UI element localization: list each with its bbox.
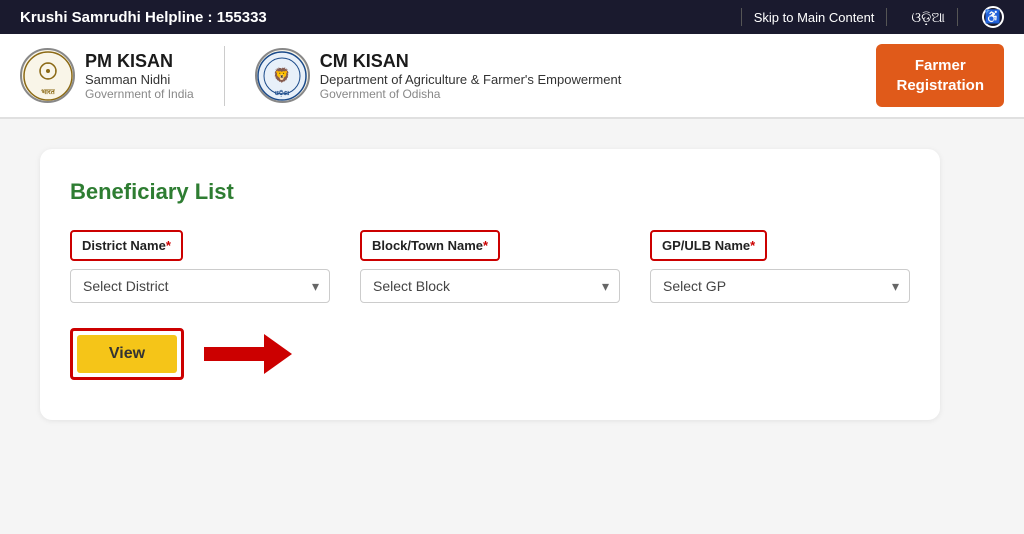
top-bar-divider	[741, 8, 742, 26]
district-select-wrapper[interactable]: Select District ▾	[70, 269, 330, 303]
top-bar-divider-3	[957, 8, 958, 26]
arrow-body	[204, 347, 264, 361]
gp-select[interactable]: Select GP	[663, 278, 897, 294]
beneficiary-card: Beneficiary List District Name* Select D…	[40, 149, 940, 420]
cm-kisan-govt: Government of Odisha	[320, 87, 622, 101]
odisha-emblem-icon: 🦁 ଓଡ଼ିଶା	[255, 48, 310, 103]
card-title: Beneficiary List	[70, 179, 910, 205]
helpline-label: Krushi Samrudhi Helpline :	[20, 9, 217, 26]
pm-kisan-govt: Government of India	[85, 87, 194, 101]
district-required-star: *	[166, 238, 171, 253]
block-select-wrapper[interactable]: Select Block ▾	[360, 269, 620, 303]
language-selector[interactable]: ଓଡ଼ିଆ	[911, 9, 945, 26]
helpline-text: Krushi Samrudhi Helpline : 155333	[20, 9, 267, 26]
pm-kisan-logo: भारत PM KISAN Samman Nidhi Government of…	[20, 48, 194, 103]
india-emblem-icon: भारत	[20, 48, 75, 103]
header-divider	[224, 46, 225, 106]
accessibility-button[interactable]: ♿	[982, 6, 1004, 28]
skip-to-main-link[interactable]: Skip to Main Content	[754, 10, 875, 25]
farmer-reg-line2: Registration	[896, 77, 984, 94]
block-label-text: Block/Town Name	[372, 238, 483, 253]
pm-kisan-text: PM KISAN Samman Nidhi Government of Indi…	[85, 51, 194, 101]
header: भारत PM KISAN Samman Nidhi Government of…	[0, 34, 1024, 119]
button-row: View	[70, 328, 910, 380]
gp-required-star: *	[750, 238, 755, 253]
cm-kisan-subtitle: Department of Agriculture & Farmer's Emp…	[320, 72, 622, 87]
gp-label-text: GP/ULB Name	[662, 238, 750, 253]
block-field-group: Block/Town Name* Select Block ▾	[360, 230, 620, 303]
top-bar-divider-2	[886, 8, 887, 26]
cm-kisan-text: CM KISAN Department of Agriculture & Far…	[320, 51, 622, 101]
svg-text:🦁: 🦁	[274, 67, 291, 84]
block-label: Block/Town Name*	[360, 230, 500, 261]
gp-select-wrapper[interactable]: Select GP ▾	[650, 269, 910, 303]
farmer-registration-button[interactable]: Farmer Registration	[876, 44, 1004, 107]
gp-field-group: GP/ULB Name* Select GP ▾	[650, 230, 910, 303]
svg-text:भारत: भारत	[41, 89, 56, 96]
form-row: District Name* Select District ▾ Block/T…	[70, 230, 910, 303]
main-content: Beneficiary List District Name* Select D…	[0, 119, 1024, 450]
district-field-group: District Name* Select District ▾	[70, 230, 330, 303]
farmer-reg-line1: Farmer	[915, 57, 966, 74]
district-label: District Name*	[70, 230, 183, 261]
pm-kisan-title: PM KISAN	[85, 51, 194, 72]
arrow-head	[264, 334, 292, 374]
district-select[interactable]: Select District	[83, 278, 317, 294]
svg-text:ଓଡ଼ିଶା: ଓଡ଼ିଶା	[275, 90, 290, 97]
block-select[interactable]: Select Block	[373, 278, 607, 294]
district-label-text: District Name	[82, 238, 166, 253]
helpline-number: 155333	[217, 9, 267, 26]
view-button-wrapper: View	[70, 328, 184, 380]
gp-label: GP/ULB Name*	[650, 230, 767, 261]
block-required-star: *	[483, 238, 488, 253]
pm-kisan-subtitle: Samman Nidhi	[85, 72, 194, 87]
cm-kisan-logo: 🦁 ଓଡ଼ିଶା CM KISAN Department of Agricult…	[255, 48, 622, 103]
arrow-icon	[204, 334, 292, 374]
top-bar: Krushi Samrudhi Helpline : 155333 Skip t…	[0, 0, 1024, 34]
cm-kisan-title: CM KISAN	[320, 51, 622, 72]
view-button[interactable]: View	[77, 335, 177, 373]
